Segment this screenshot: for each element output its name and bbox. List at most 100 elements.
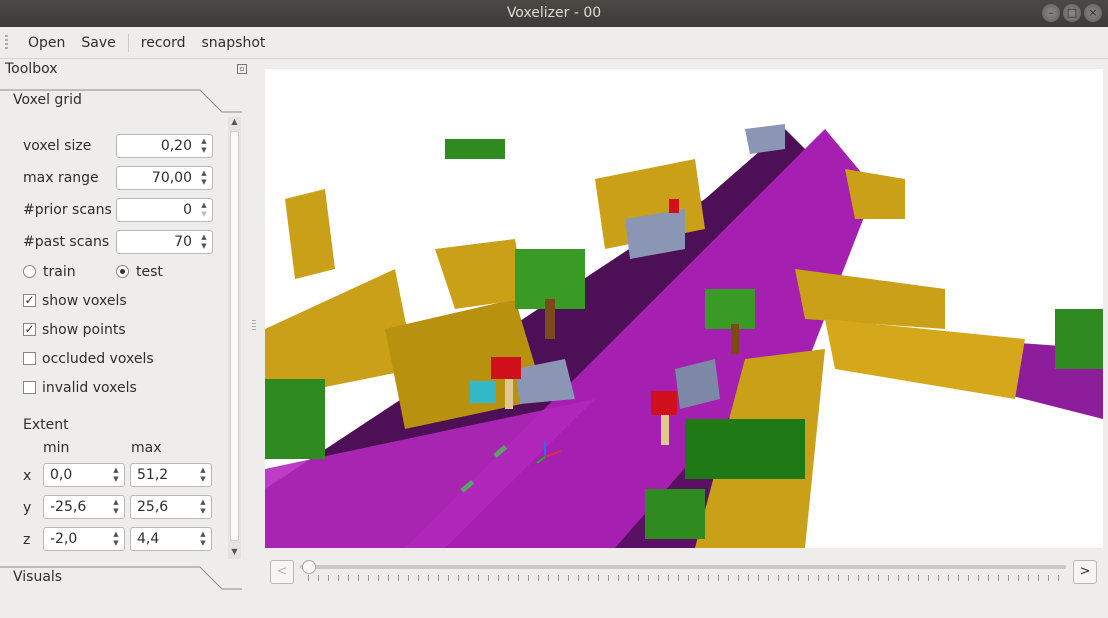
extent-x-label: x: [23, 468, 32, 484]
spin-arrows-icon[interactable]: ▲ ▼: [197, 466, 209, 484]
minimize-icon[interactable]: –: [1042, 4, 1060, 22]
scroll-up-icon[interactable]: ▲: [228, 117, 241, 129]
invalid-voxels-label: invalid voxels: [42, 380, 137, 396]
person-2-legs: [661, 415, 669, 445]
max-range-spinbox[interactable]: 70,00 ▲ ▼: [116, 166, 213, 190]
tree-trunk-right: [731, 324, 739, 354]
toolbox-title: Toolbox: [5, 61, 58, 77]
extent-z-label: z: [23, 532, 31, 548]
tab-voxel-grid[interactable]: Voxel grid: [0, 89, 242, 113]
train-label: train: [43, 264, 76, 280]
extent-max-label: max: [131, 440, 162, 456]
extent-x-min-spinbox[interactable]: 0,0 ▲ ▼: [43, 463, 125, 487]
spin-arrows-icon[interactable]: ▲ ▼: [110, 466, 122, 484]
snapshot-button[interactable]: snapshot: [194, 35, 274, 51]
person-1: [491, 357, 521, 379]
spin-arrows-icon[interactable]: ▲ ▼: [198, 169, 210, 187]
building-far-left: [285, 189, 335, 279]
open-button[interactable]: Open: [20, 35, 73, 51]
spin-arrows-icon[interactable]: ▲ ▼: [198, 233, 210, 251]
occluded-voxels-label: occluded voxels: [42, 351, 154, 367]
voxel-size-value: 0,20: [160, 138, 192, 154]
toolbar-separator: [127, 33, 129, 52]
record-button[interactable]: record: [133, 35, 194, 51]
dock-splitter-handle[interactable]: [252, 320, 256, 332]
voxel-size-label: voxel size: [23, 138, 92, 154]
tree-right: [705, 289, 755, 329]
extent-y-min-spinbox[interactable]: -25,6 ▲ ▼: [43, 495, 125, 519]
scan-slider-track[interactable]: [300, 565, 1066, 569]
invalid-voxels-checkbox[interactable]: [23, 381, 36, 394]
show-points-checkbox[interactable]: ✓: [23, 323, 36, 336]
tab-visuals[interactable]: Visuals: [0, 566, 242, 590]
voxel-size-spinbox[interactable]: 0,20 ▲ ▼: [116, 134, 213, 158]
toolbox-scrollbar[interactable]: ▲ ▼: [228, 117, 241, 559]
spin-arrows-icon[interactable]: ▲ ▼: [110, 530, 122, 548]
tab-visuals-label: Visuals: [13, 569, 63, 585]
vegetation-far-right: [1055, 309, 1103, 369]
max-range-value: 70,00: [151, 170, 192, 186]
window-title: Voxelizer - 00: [506, 5, 602, 21]
spin-arrows-icon[interactable]: ▲ ▼: [197, 530, 209, 548]
train-radio[interactable]: [23, 265, 36, 278]
extent-min-label: min: [43, 440, 70, 456]
spin-arrows-icon[interactable]: ▲ ▼: [198, 137, 210, 155]
car-parked-4: [745, 124, 785, 154]
extent-x-max-value: 51,2: [137, 467, 169, 483]
test-label: test: [136, 264, 163, 280]
person-2: [651, 391, 677, 415]
close-icon[interactable]: ×: [1084, 4, 1102, 22]
past-scans-label: #past scans: [23, 234, 110, 250]
occluded-voxels-checkbox[interactable]: [23, 352, 36, 365]
hedge-right: [685, 419, 805, 479]
scan-slider-handle[interactable]: [302, 560, 316, 574]
past-scans-value: 70: [174, 234, 192, 250]
past-scans-spinbox[interactable]: 70 ▲ ▼: [116, 230, 213, 254]
window-title-bar: Voxelizer - 00 – □ ×: [0, 0, 1108, 27]
spin-arrows-icon[interactable]: ▲ ▼: [198, 201, 210, 219]
maximize-icon[interactable]: □: [1063, 4, 1081, 22]
extent-x-min-value: 0,0: [50, 467, 73, 483]
extent-y-max-spinbox[interactable]: 25,6 ▲ ▼: [130, 495, 212, 519]
extent-y-min-value: -25,6: [50, 499, 87, 515]
test-radio[interactable]: [116, 265, 129, 278]
person-1-legs: [505, 379, 513, 409]
extent-y-label: y: [23, 500, 32, 516]
undock-icon[interactable]: ▫: [237, 64, 247, 74]
extent-z-max-spinbox[interactable]: 4,4 ▲ ▼: [130, 527, 212, 551]
tree-trunk-left: [545, 299, 555, 339]
voxel-3d-viewport[interactable]: [265, 69, 1103, 548]
max-range-label: max range: [23, 170, 99, 186]
toolbar: Open Save record snapshot: [0, 27, 1108, 59]
extent-z-max-value: 4,4: [137, 531, 160, 547]
spin-arrows-icon[interactable]: ▲ ▼: [110, 498, 122, 516]
show-voxels-checkbox[interactable]: ✓: [23, 294, 36, 307]
truck: [470, 381, 496, 403]
vegetation-left: [265, 379, 325, 459]
next-scan-button[interactable]: >: [1073, 560, 1097, 584]
toolbar-grip-icon[interactable]: [5, 35, 8, 51]
spin-arrows-icon[interactable]: ▲ ▼: [197, 498, 209, 516]
previous-scan-button[interactable]: <: [270, 560, 294, 584]
building-right-far: [845, 169, 905, 219]
scroll-down-icon[interactable]: ▼: [228, 547, 241, 559]
tab-voxel-grid-label: Voxel grid: [13, 92, 82, 108]
prior-scans-label: #prior scans: [23, 202, 112, 218]
extent-x-max-spinbox[interactable]: 51,2 ▲ ▼: [130, 463, 212, 487]
vegetation-far: [445, 139, 505, 159]
building-left-far: [435, 239, 525, 309]
bush-right: [645, 489, 705, 539]
voxel-grid-panel: voxel size 0,20 ▲ ▼ max range 70,00 ▲ ▼ #p…: [0, 115, 228, 565]
building-right-near: [825, 319, 1025, 399]
show-voxels-label: show voxels: [42, 293, 127, 309]
prior-scans-spinbox[interactable]: 0 ▲ ▼: [116, 198, 213, 222]
person-3: [669, 199, 679, 213]
window-controls: – □ ×: [1042, 4, 1102, 22]
save-button[interactable]: Save: [73, 35, 123, 51]
show-points-label: show points: [42, 322, 126, 338]
extent-title: Extent: [23, 417, 69, 433]
extent-z-min-value: -2,0: [50, 531, 78, 547]
extent-z-min-spinbox[interactable]: -2,0 ▲ ▼: [43, 527, 125, 551]
scan-slider-ticks: [308, 575, 1060, 581]
scrollbar-thumb[interactable]: [230, 131, 239, 541]
